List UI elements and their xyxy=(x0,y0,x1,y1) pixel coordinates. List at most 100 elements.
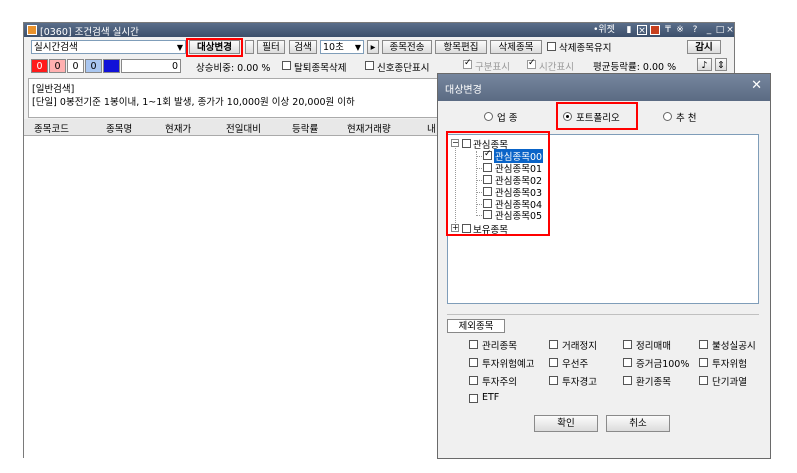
excl-label-0-0: 관리종목 xyxy=(482,341,517,352)
col-price[interactable]: 현재가 xyxy=(165,121,191,135)
item-transfer-button[interactable]: 종목전송 xyxy=(382,40,432,54)
ok-button[interactable]: 확인 xyxy=(534,415,598,432)
chevron-down-icon: ▼ xyxy=(354,43,361,52)
cancel-button[interactable]: 취소 xyxy=(606,415,670,432)
excl-label-0-3: 불성실공시 xyxy=(712,341,756,352)
widget-icon[interactable]: •위젯 xyxy=(589,25,619,35)
dialog-title: 대상변경 xyxy=(445,85,482,96)
dialog-close-icon[interactable]: ✕ xyxy=(751,78,762,93)
play-button[interactable]: ▸ xyxy=(367,40,379,54)
radio-recommend-label: 추 천 xyxy=(676,113,697,124)
x-box-icon[interactable]: × xyxy=(637,25,647,36)
excl-check-1-3[interactable] xyxy=(699,358,708,367)
search-type-select[interactable]: 실시간검색 ▼ xyxy=(31,40,186,54)
excl-check-0-2[interactable] xyxy=(623,340,632,349)
delete-item-button[interactable]: 삭제종목 xyxy=(490,40,542,54)
excl-label-1-3: 투자위험 xyxy=(712,359,747,370)
item-edit-button[interactable]: 항목편집 xyxy=(435,40,487,54)
excl-check-2-3[interactable] xyxy=(699,376,708,385)
count-cell-flat: 0 xyxy=(67,59,84,73)
time-show-label: 시간표시 xyxy=(539,62,574,73)
radio-portfolio-label: 포트폴리오 xyxy=(576,113,620,124)
filter-button[interactable]: 필터 xyxy=(257,40,285,54)
excl-label-2-0: 투자주의 xyxy=(482,377,517,388)
chevron-down-icon: ▼ xyxy=(176,43,183,52)
dialog-title-bar: 대상변경 ✕ xyxy=(438,74,770,101)
count-cells: 0 0 0 0 0 xyxy=(31,59,191,73)
count-cell-down-limit xyxy=(103,59,120,73)
monitor-button[interactable]: 감시 xyxy=(687,40,721,54)
minimize-icon[interactable]: _ xyxy=(704,25,714,35)
panel-icon[interactable] xyxy=(650,25,660,35)
excl-label-3-0: ETF xyxy=(482,392,500,403)
excl-check-1-0[interactable] xyxy=(469,358,478,367)
keep-deleted-label: 삭제종목유지 xyxy=(559,43,612,54)
target-change-button[interactable]: 대상변경 xyxy=(189,40,240,54)
signal-show-label: 신호종단표시 xyxy=(377,63,430,74)
excl-check-2-2[interactable] xyxy=(623,376,632,385)
count-cell-up: 0 xyxy=(49,59,66,73)
target-change-dialog: 대상변경 ✕ 업 종 포트폴리오 추 천 − 관심종목 관심종목00 관심종목0… xyxy=(437,73,771,459)
close-icon[interactable]: × xyxy=(725,25,735,35)
exclude-break-label: 탈퇴종목삭제 xyxy=(294,63,347,74)
window-title: [0360] 조건검색 실시간 xyxy=(40,27,139,38)
rise-ratio: 상승비중: 0.00 % xyxy=(196,63,271,74)
title-bar: [0360] 조건검색 실시간 •위젯 ▮ × ₸ ※ ? _ □ × xyxy=(24,23,735,38)
excl-check-2-0[interactable] xyxy=(469,376,478,385)
signal-show-checkbox[interactable] xyxy=(365,61,374,70)
maximize-icon[interactable]: □ xyxy=(715,25,725,35)
keep-deleted-checkbox[interactable] xyxy=(547,42,556,51)
excl-label-2-1: 투자경고 xyxy=(562,377,597,388)
help-icon[interactable]: ? xyxy=(690,25,700,35)
col-change[interactable]: 전일대비 xyxy=(226,121,261,135)
col-volume[interactable]: 현재거래량 xyxy=(347,121,391,135)
search-button[interactable]: 검색 xyxy=(289,40,317,54)
lock-icon[interactable]: ▮ xyxy=(624,25,634,35)
excl-label-1-0: 투자위험예고 xyxy=(482,359,535,370)
asterisk-icon[interactable]: ※ xyxy=(675,25,685,35)
interval-select[interactable]: 10초 ▼ xyxy=(320,40,364,54)
radio-industry[interactable] xyxy=(484,112,493,121)
excl-label-2-2: 환기종목 xyxy=(636,377,671,388)
radio-portfolio[interactable] xyxy=(563,112,572,121)
div-show-checkbox[interactable] xyxy=(463,58,472,69)
excl-label-1-2: 증거금100% xyxy=(636,359,690,370)
radio-industry-label: 업 종 xyxy=(497,113,518,124)
excl-check-1-1[interactable] xyxy=(549,358,558,367)
excl-check-2-1[interactable] xyxy=(549,376,558,385)
excl-check-0-1[interactable] xyxy=(549,340,558,349)
avg-rate: 평균등락률: 0.00 % xyxy=(593,62,677,73)
pin-icon[interactable]: ₸ xyxy=(663,25,673,35)
condition-line1: [일반검색] xyxy=(32,84,75,95)
col-code[interactable]: 종목코드 xyxy=(34,121,69,135)
sound-icon[interactable]: ♪ xyxy=(697,58,712,71)
excl-check-0-3[interactable] xyxy=(699,340,708,349)
count-cell-up-limit: 0 xyxy=(31,59,48,73)
spacer-button[interactable] xyxy=(245,40,254,54)
col-more[interactable]: 내 xyxy=(427,121,436,135)
excl-label-0-2: 정리매매 xyxy=(636,341,671,352)
excl-label-0-1: 거래정지 xyxy=(562,341,597,352)
div-show-label: 구분표시 xyxy=(475,62,510,73)
excl-check-3-0[interactable] xyxy=(469,394,478,403)
radio-recommend[interactable] xyxy=(663,112,672,121)
tree-highlight xyxy=(446,131,550,236)
count-cell-total: 0 xyxy=(121,59,181,73)
col-name[interactable]: 종목명 xyxy=(106,121,132,135)
exclude-tab[interactable]: 제외종목 xyxy=(447,319,505,333)
count-cell-down: 0 xyxy=(85,59,102,73)
excl-check-0-0[interactable] xyxy=(469,340,478,349)
excl-label-2-3: 단기과열 xyxy=(712,377,747,388)
excl-label-1-1: 우선주 xyxy=(562,359,589,370)
condition-line2: [단일] 0봉전기준 1봉이내, 1~1회 발생, 종가가 10,000원 이상… xyxy=(32,97,355,108)
time-show-checkbox[interactable] xyxy=(527,58,536,69)
exclude-break-checkbox[interactable] xyxy=(282,61,291,70)
search-type-value: 실시간검색 xyxy=(34,42,78,53)
updown-icon[interactable]: ⇕ xyxy=(715,58,727,71)
interval-value: 10초 xyxy=(323,42,344,53)
condition-box: [일반검색] [단일] 0봉전기준 1봉이내, 1~1회 발생, 종가가 10,… xyxy=(28,78,442,118)
exclude-group: 제외종목 관리종목 거래정지 정리매매 불성실공시 투자위험예고 우선주 증거금… xyxy=(447,314,759,407)
app-icon xyxy=(27,25,37,35)
col-rate[interactable]: 등락률 xyxy=(292,121,318,135)
excl-check-1-2[interactable] xyxy=(623,358,632,367)
